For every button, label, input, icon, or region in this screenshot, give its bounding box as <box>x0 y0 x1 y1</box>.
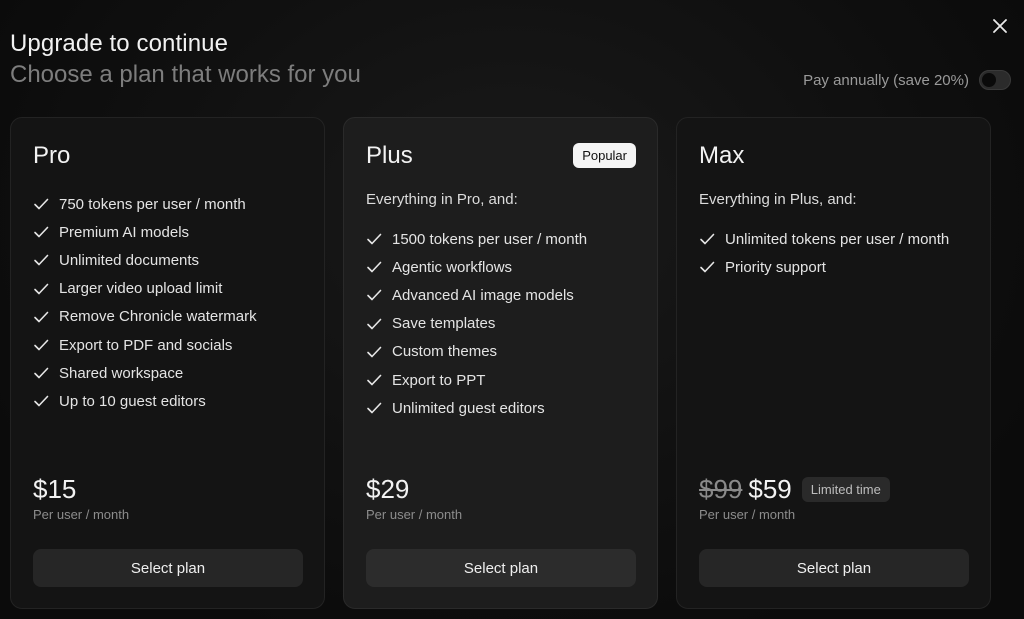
feature-item: Unlimited documents <box>33 246 302 274</box>
plan-name: Max <box>699 142 745 169</box>
feature-item: Premium AI models <box>33 218 302 246</box>
check-icon <box>33 196 49 212</box>
old-price: $99 <box>699 474 743 504</box>
feature-text: Larger video upload limit <box>59 280 223 298</box>
price-period: Per user / month <box>366 507 463 522</box>
feature-item: Custom themes <box>366 338 635 366</box>
feature-item: 1500 tokens per user / month <box>366 225 635 253</box>
feature-item: Remove Chronicle watermark <box>33 303 302 331</box>
check-icon <box>366 344 382 360</box>
plan-intro: Everything in Plus, and: <box>699 191 857 208</box>
price-row: $29 <box>366 473 462 505</box>
price-block: $29 Per user / month <box>366 473 462 522</box>
feature-text: 750 tokens per user / month <box>59 195 246 213</box>
feature-text: Up to 10 guest editors <box>59 392 206 410</box>
feature-text: Premium AI models <box>59 223 190 241</box>
modal-title: Upgrade to continue <box>10 30 229 57</box>
upgrade-modal: Upgrade to continue Choose a plan that w… <box>0 0 1024 619</box>
feature-text: Agentic workflows <box>392 258 513 276</box>
feature-text: Advanced AI image models <box>392 286 574 304</box>
price-block: $99 $59 Limited time Per user / month <box>699 473 890 522</box>
price-period: Per user / month <box>699 507 796 522</box>
plan-intro: Everything in Pro, and: <box>366 191 518 208</box>
check-icon <box>366 316 382 332</box>
select-plan-button-max[interactable]: Select plan <box>699 549 969 587</box>
feature-item: 750 tokens per user / month <box>33 190 302 218</box>
price-row: $99 $59 Limited time <box>699 473 890 505</box>
feature-item: Unlimited guest editors <box>366 394 635 422</box>
feature-text: Unlimited documents <box>59 251 200 269</box>
annual-toggle[interactable] <box>979 70 1011 90</box>
check-icon <box>699 259 715 275</box>
feature-text: Priority support <box>725 258 826 276</box>
feature-item: Shared workspace <box>33 359 302 387</box>
limited-time-badge: Limited time <box>801 476 890 502</box>
feature-text: Custom themes <box>392 343 498 361</box>
close-button[interactable] <box>988 14 1012 38</box>
toggle-knob <box>982 73 996 87</box>
plan-card-plus: Plus Popular Everything in Pro, and: 150… <box>343 117 658 609</box>
feature-item: Agentic workflows <box>366 253 635 281</box>
feature-text: Save templates <box>392 315 496 333</box>
price: $15 <box>33 474 77 504</box>
feature-text: Unlimited guest editors <box>392 399 545 417</box>
feature-item: Save templates <box>366 310 635 338</box>
feature-item: Export to PDF and socials <box>33 331 302 359</box>
price-row: $15 <box>33 473 129 505</box>
check-icon <box>33 365 49 381</box>
feature-item: Up to 10 guest editors <box>33 387 302 415</box>
price-period: Per user / month <box>33 507 130 522</box>
modal-subtitle: Choose a plan that works for you <box>10 61 361 88</box>
feature-text: Export to PPT <box>392 371 486 389</box>
check-icon <box>33 393 49 409</box>
feature-item: Export to PPT <box>366 366 635 394</box>
check-icon <box>33 337 49 353</box>
feature-item: Advanced AI image models <box>366 281 635 309</box>
popular-badge: Popular <box>573 143 636 168</box>
feature-text: Export to PDF and socials <box>59 336 233 354</box>
plan-cards: Pro 750 tokens per user / month Premium … <box>10 117 991 609</box>
check-icon <box>33 252 49 268</box>
plan-card-max: Max Everything in Plus, and: Unlimited t… <box>676 117 991 609</box>
price: $59 <box>748 474 792 504</box>
select-plan-button-plus[interactable]: Select plan <box>366 549 636 587</box>
annual-toggle-label: Pay annually (save 20%) <box>803 71 969 89</box>
select-plan-button-pro[interactable]: Select plan <box>33 549 303 587</box>
feature-text: Unlimited tokens per user / month <box>725 230 950 248</box>
feature-text: 1500 tokens per user / month <box>392 230 588 248</box>
feature-text: Shared workspace <box>59 364 184 382</box>
check-icon <box>366 400 382 416</box>
feature-list: 750 tokens per user / month Premium AI m… <box>33 190 302 416</box>
feature-list: Unlimited tokens per user / month Priori… <box>699 225 968 281</box>
feature-item: Unlimited tokens per user / month <box>699 225 968 253</box>
check-icon <box>366 372 382 388</box>
price-block: $15 Per user / month <box>33 473 129 522</box>
feature-item: Larger video upload limit <box>33 275 302 303</box>
feature-text: Remove Chronicle watermark <box>59 308 257 326</box>
check-icon <box>33 224 49 240</box>
check-icon <box>366 259 382 275</box>
plan-name: Pro <box>33 142 71 169</box>
price: $29 <box>366 474 410 504</box>
annual-toggle-group: Pay annually (save 20%) <box>803 70 1011 90</box>
check-icon <box>33 281 49 297</box>
close-icon <box>993 19 1007 33</box>
check-icon <box>33 309 49 325</box>
feature-list: 1500 tokens per user / month Agentic wor… <box>366 225 635 422</box>
check-icon <box>366 231 382 247</box>
feature-item: Priority support <box>699 253 968 281</box>
check-icon <box>366 287 382 303</box>
check-icon <box>699 231 715 247</box>
plan-card-pro: Pro 750 tokens per user / month Premium … <box>10 117 325 609</box>
